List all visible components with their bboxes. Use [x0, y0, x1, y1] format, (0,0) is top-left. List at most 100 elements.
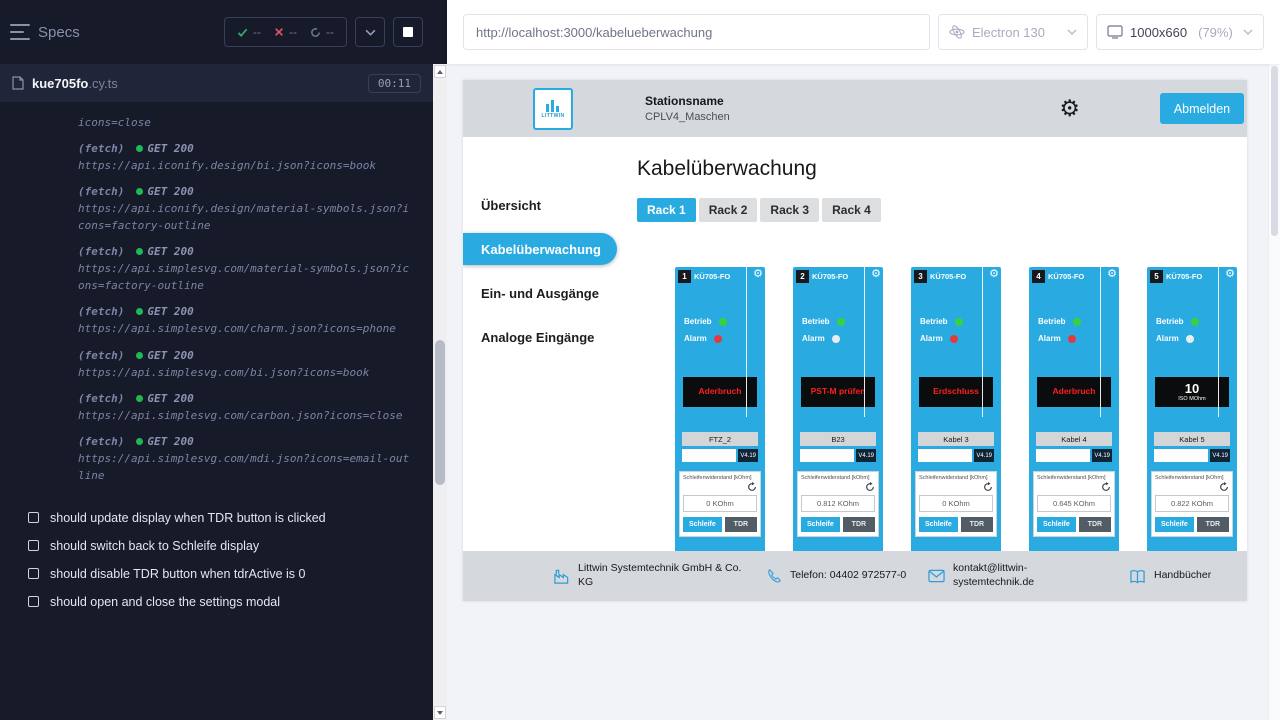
sidebar-item-kabelueberwachung[interactable]: Kabelüberwachung: [463, 233, 617, 265]
log-entry[interactable]: (fetch)GET 200 https://api.simplesvg.com…: [78, 390, 419, 424]
schleife-button[interactable]: Schleife: [919, 517, 958, 532]
log-url: https://api.iconify.design/bi.json?icons…: [78, 157, 410, 174]
sidebar-item-ein-und-ausgaenge[interactable]: Ein- und Ausgänge: [463, 271, 618, 315]
tab-rack-3[interactable]: Rack 3: [760, 198, 819, 222]
logout-button[interactable]: Abmelden: [1160, 93, 1244, 124]
card-number: 3: [914, 270, 927, 283]
viewport-selector[interactable]: 1000x660 (79%): [1096, 14, 1264, 50]
footer-manuals[interactable]: Handbücher: [1129, 569, 1211, 584]
card-divider: [1100, 267, 1101, 417]
test-item[interactable]: should switch back to Schleife display: [28, 532, 433, 560]
tdr-button[interactable]: TDR: [961, 517, 993, 532]
log-request-type: (fetch): [78, 392, 124, 405]
pending-count: --: [326, 25, 334, 39]
card-settings-gear-icon[interactable]: ⚙: [753, 269, 763, 280]
specs-menu-icon[interactable]: [10, 24, 30, 40]
schleife-button[interactable]: Schleife: [1037, 517, 1076, 532]
tab-rack-4[interactable]: Rack 4: [822, 198, 881, 222]
viewport-icon: [1107, 25, 1123, 39]
log-url: https://api.simplesvg.com/carbon.json?ic…: [78, 407, 410, 424]
refresh-icon[interactable]: [1155, 482, 1229, 494]
runner-header: Specs -- -- --: [0, 0, 433, 64]
measurement-label: Schleifenwiderstand [kOhm]: [801, 475, 875, 481]
device-display: [1154, 449, 1208, 462]
tdr-button[interactable]: TDR: [843, 517, 875, 532]
log-request-type: (fetch): [78, 305, 124, 318]
firmware-version: V4.19: [856, 449, 876, 462]
tab-rack-1[interactable]: Rack 1: [637, 198, 696, 222]
url-text: http://localhost:3000/kabelueberwachung: [476, 25, 712, 40]
measurement-label: Schleifenwiderstand [kOhm]: [683, 475, 757, 481]
settings-gear-icon[interactable]: ⚙: [1059, 97, 1080, 120]
card-settings-gear-icon[interactable]: ⚙: [1225, 269, 1235, 280]
refresh-icon[interactable]: [1037, 482, 1111, 494]
browser-toolbar: http://localhost:3000/kabelueberwachung …: [447, 0, 1280, 64]
scroll-down-button[interactable]: [434, 706, 446, 719]
email-text[interactable]: kontakt@littwin-systemtechnik.de: [953, 562, 1081, 589]
tdr-button[interactable]: TDR: [1079, 517, 1111, 532]
firmware-version: V4.19: [1092, 449, 1112, 462]
card-settings-gear-icon[interactable]: ⚙: [871, 269, 881, 280]
tab-rack-2[interactable]: Rack 2: [699, 198, 758, 222]
page-scrollbar[interactable]: [1268, 64, 1280, 720]
card-settings-gear-icon[interactable]: ⚙: [1107, 269, 1117, 280]
test-item[interactable]: should disable TDR button when tdrActive…: [28, 560, 433, 588]
device-cards: 1 KÜ705-FO ⚙ Betrieb Alarm Aderbruch FTZ…: [637, 267, 1247, 551]
test-item[interactable]: should open and close the settings modal: [28, 588, 433, 616]
collapse-button[interactable]: [355, 17, 385, 47]
measurement-panel: Schleifenwiderstand [kOhm] 0.822 KOhm Sc…: [1151, 471, 1233, 537]
resistance-value: 0.822 KOhm: [1155, 495, 1229, 512]
stat-passed: --: [237, 25, 261, 39]
refresh-icon[interactable]: [801, 482, 875, 494]
littwin-logo: LITTWIN: [533, 88, 573, 130]
scroll-up-button[interactable]: [434, 65, 446, 78]
schleife-button[interactable]: Schleife: [801, 517, 840, 532]
alarm-label: Alarm: [1038, 334, 1061, 343]
cable-name: FTZ_2: [682, 432, 758, 446]
tdr-button[interactable]: TDR: [1197, 517, 1229, 532]
log-entry[interactable]: icons=close: [78, 114, 419, 131]
cable-name: Kabel 4: [1036, 432, 1112, 446]
card-number: 1: [678, 270, 691, 283]
card-header: 4 KÜ705-FO: [1029, 267, 1119, 283]
refresh-icon[interactable]: [683, 482, 757, 494]
cable-name: Kabel 5: [1154, 432, 1230, 446]
log-url: https://api.simplesvg.com/bi.json?icons=…: [78, 364, 410, 381]
log-entry[interactable]: (fetch)GET 200 https://api.iconify.desig…: [78, 140, 419, 174]
refresh-icon[interactable]: [919, 482, 993, 494]
stop-tests-button[interactable]: [393, 17, 423, 47]
betrieb-led-icon: [1073, 318, 1081, 326]
card-model: KÜ705-FO: [1166, 272, 1202, 281]
sidebar-item-uebersicht[interactable]: Übersicht: [463, 183, 618, 227]
schleife-button[interactable]: Schleife: [683, 517, 722, 532]
card-indicators: Betrieb Alarm: [675, 313, 765, 347]
card-model: KÜ705-FO: [694, 272, 730, 281]
scrollbar-thumb[interactable]: [435, 340, 445, 485]
runner-scrollbar[interactable]: [433, 64, 447, 720]
device-display: [682, 449, 736, 462]
firmware-version: V4.19: [974, 449, 994, 462]
station-name: CPLV4_Maschen: [645, 111, 730, 123]
sidebar-item-analoge-eingaenge[interactable]: Analoge Eingänge: [463, 315, 618, 359]
passed-count: --: [253, 25, 261, 39]
status-text: Erdschluss: [931, 387, 981, 397]
tdr-button[interactable]: TDR: [725, 517, 757, 532]
resistance-value: 0.812 KOhm: [801, 495, 875, 512]
card-divider: [1218, 267, 1219, 417]
log-entry[interactable]: (fetch)GET 200 https://api.simplesvg.com…: [78, 433, 419, 484]
url-input[interactable]: http://localhost:3000/kabelueberwachung: [463, 14, 930, 50]
log-entry[interactable]: (fetch)GET 200 https://api.simplesvg.com…: [78, 243, 419, 294]
betrieb-led-icon: [719, 318, 727, 326]
page-scrollbar-thumb[interactable]: [1271, 66, 1278, 236]
spec-header[interactable]: kue705fo.cy.ts 00:11: [0, 64, 433, 102]
schleife-button[interactable]: Schleife: [1155, 517, 1194, 532]
alarm-label: Alarm: [1156, 334, 1179, 343]
log-entry[interactable]: (fetch)GET 200 https://api.simplesvg.com…: [78, 303, 419, 337]
card-settings-gear-icon[interactable]: ⚙: [989, 269, 999, 280]
alarm-led-icon: [950, 335, 958, 343]
log-entry[interactable]: (fetch)GET 200 https://api.simplesvg.com…: [78, 347, 419, 381]
log-entry[interactable]: (fetch)GET 200 https://api.iconify.desig…: [78, 183, 419, 234]
test-title: should update display when TDR button is…: [50, 511, 326, 525]
browser-selector[interactable]: Electron 130: [938, 14, 1088, 50]
test-item[interactable]: should update display when TDR button is…: [28, 504, 433, 532]
